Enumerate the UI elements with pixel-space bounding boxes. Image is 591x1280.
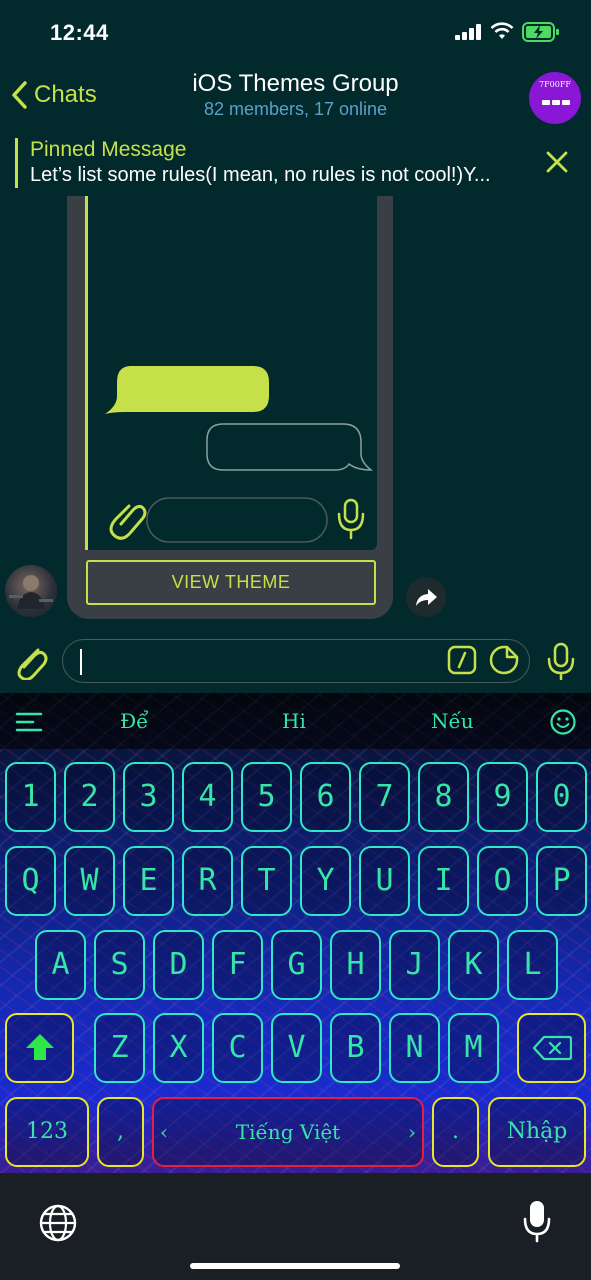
emoji-icon[interactable] [549, 708, 577, 736]
key-g[interactable]: G [271, 930, 322, 1000]
key-6[interactable]: 6 [300, 762, 351, 832]
text-caret [80, 649, 82, 675]
battery-charging-icon [522, 22, 559, 42]
key-1[interactable]: 1 [5, 762, 56, 832]
key-m[interactable]: M [448, 1013, 499, 1083]
key-9[interactable]: 9 [477, 762, 528, 832]
backspace-icon [532, 1035, 572, 1061]
wifi-icon [490, 22, 514, 39]
key-v[interactable]: V [271, 1013, 322, 1083]
key-b[interactable]: B [330, 1013, 381, 1083]
key-7[interactable]: 7 [359, 762, 410, 832]
view-theme-button[interactable]: VIEW THEME [86, 560, 376, 605]
sticker-icon[interactable] [488, 644, 520, 676]
preview-mic-icon [337, 498, 365, 540]
key-0[interactable]: 0 [536, 762, 587, 832]
pinned-title: Pinned Message [30, 138, 187, 161]
period-key[interactable]: . [432, 1097, 479, 1167]
group-avatar-dots [542, 100, 570, 105]
key-h[interactable]: H [330, 930, 381, 1000]
numbers-key[interactable]: 123 [5, 1097, 89, 1167]
comma-key[interactable]: , [97, 1097, 144, 1167]
sender-avatar-image [9, 575, 53, 609]
key-l[interactable]: L [507, 930, 558, 1000]
cellular-signal-icon [455, 24, 481, 40]
preview-paperclip-icon [109, 504, 147, 540]
return-key[interactable]: Nhập [488, 1097, 586, 1167]
key-5[interactable]: 5 [241, 762, 292, 832]
key-j[interactable]: J [389, 930, 440, 1000]
key-4[interactable]: 4 [182, 762, 233, 832]
keyboard: Để Hi Nếu 1 2 3 4 5 6 7 8 9 0 Q W E R T … [0, 693, 591, 1173]
key-r[interactable]: R [182, 846, 233, 916]
shift-key[interactable] [5, 1013, 74, 1083]
globe-icon[interactable] [38, 1203, 78, 1243]
dictation-mic-icon[interactable] [522, 1199, 552, 1243]
share-arrow-icon [416, 589, 437, 606]
status-time: 12:44 [50, 20, 109, 45]
pinned-text: Let’s list some rules(I mean, no rules i… [30, 164, 491, 186]
key-z[interactable]: Z [94, 1013, 145, 1083]
key-y[interactable]: Y [300, 846, 351, 916]
pinned-accent-bar [15, 138, 18, 188]
key-t[interactable]: T [241, 846, 292, 916]
suggestion-3[interactable]: Nếu [431, 709, 474, 733]
suggestion-bar: Để Hi Nếu [0, 693, 591, 749]
space-key-label: Tiếng Việt [235, 1120, 341, 1144]
key-e[interactable]: E [123, 846, 174, 916]
group-avatar[interactable]: 7F00FF [529, 72, 581, 124]
suggestion-1[interactable]: Để [120, 709, 148, 733]
key-8[interactable]: 8 [418, 762, 469, 832]
space-key[interactable]: ‹ Tiếng Việt › [152, 1097, 424, 1167]
shift-arrow-icon [25, 1034, 54, 1060]
share-button[interactable] [406, 577, 446, 617]
space-right-chevron-icon: › [408, 1120, 416, 1144]
sender-avatar[interactable] [5, 565, 57, 617]
delete-key[interactable] [517, 1013, 586, 1083]
key-w[interactable]: W [64, 846, 115, 916]
key-q[interactable]: Q [5, 846, 56, 916]
key-f[interactable]: F [212, 930, 263, 1000]
command-slash-icon[interactable] [447, 645, 477, 675]
status-bar: 12:44 [0, 0, 591, 60]
key-d[interactable]: D [153, 930, 204, 1000]
key-n[interactable]: N [389, 1013, 440, 1083]
suggestion-2[interactable]: Hi [282, 709, 306, 733]
key-s[interactable]: S [94, 930, 145, 1000]
key-x[interactable]: X [153, 1013, 204, 1083]
key-3[interactable]: 3 [123, 762, 174, 832]
key-c[interactable]: C [212, 1013, 263, 1083]
theme-preview-graphic [105, 366, 374, 543]
group-avatar-text: 7F00FF [539, 80, 571, 89]
space-left-chevron-icon: ‹ [160, 1120, 168, 1144]
key-k[interactable]: K [448, 930, 499, 1000]
home-indicator[interactable] [190, 1263, 400, 1269]
chat-header: Chats iOS Themes Group 82 members, 17 on… [0, 60, 591, 130]
key-a[interactable]: A [35, 930, 86, 1000]
voice-mic-icon[interactable] [546, 642, 576, 680]
chat-subtitle: 82 members, 17 online [203, 99, 388, 119]
close-icon[interactable] [544, 149, 570, 175]
key-u[interactable]: U [359, 846, 410, 916]
pinned-message[interactable]: Pinned Message Let’s list some rules(I m… [0, 130, 591, 196]
key-o[interactable]: O [477, 846, 528, 916]
message-input-bar [0, 630, 591, 693]
key-i[interactable]: I [418, 846, 469, 916]
menu-icon[interactable] [15, 711, 43, 733]
key-2[interactable]: 2 [64, 762, 115, 832]
chat-title[interactable]: iOS Themes Group [0, 70, 591, 98]
attach-paperclip-icon[interactable] [14, 644, 48, 680]
key-p[interactable]: P [536, 846, 587, 916]
